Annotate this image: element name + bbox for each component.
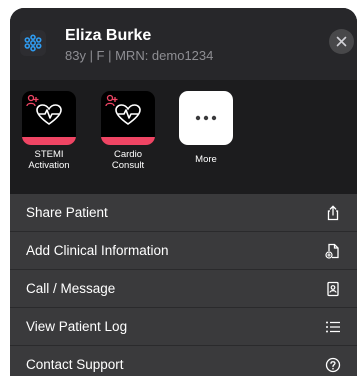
patient-action-sheet: Eliza Burke 83y | F | MRN: demo1234 STEM…: [10, 8, 357, 376]
patient-demographics: 83y | F | MRN: demo1234: [65, 48, 214, 63]
app-logo-icon: [20, 30, 46, 56]
menu-item-label: Add Clinical Information: [26, 243, 169, 258]
menu-item-label: Call / Message: [26, 281, 116, 296]
menu-item-label: Contact Support: [26, 357, 124, 372]
close-icon: [336, 36, 347, 47]
shortcut-stemi-activation[interactable]: STEMI Activation: [13, 91, 85, 171]
ellipsis-icon: [179, 91, 233, 145]
menu-item-contact-support[interactable]: Contact Support: [10, 346, 357, 376]
patient-name: Eliza Burke: [65, 27, 152, 44]
shortcut-cardio-consult[interactable]: Cardio Consult: [92, 91, 164, 171]
close-button[interactable]: [329, 29, 354, 54]
share-icon: [327, 205, 339, 221]
menu-item-view-patient-log[interactable]: View Patient Log: [10, 308, 357, 346]
menu-item-label: Share Patient: [26, 205, 108, 220]
menu-item-share-patient[interactable]: Share Patient: [10, 194, 357, 232]
shortcut-label: More: [195, 154, 217, 165]
shortcut-label: Cardio Consult: [111, 149, 145, 171]
shortcut-label: STEMI Activation: [28, 149, 70, 171]
help-circle-icon: [325, 357, 341, 373]
shortcut-row: STEMI Activation Cardio Consult More: [10, 80, 357, 190]
patient-header: Eliza Burke 83y | F | MRN: demo1234: [10, 8, 357, 80]
heartbeat-person-icon: [22, 91, 76, 145]
menu-item-label: View Patient Log: [26, 319, 128, 334]
menu-item-call-message[interactable]: Call / Message: [10, 270, 357, 308]
shortcut-more[interactable]: More: [170, 91, 242, 165]
action-menu: Share Patient Add Clinical Information C…: [10, 194, 357, 376]
contact-card-icon: [327, 281, 339, 297]
heartbeat-person-icon: [101, 91, 155, 145]
menu-item-add-clinical-information[interactable]: Add Clinical Information: [10, 232, 357, 270]
add-document-icon: [325, 243, 339, 259]
list-icon: [326, 321, 340, 333]
